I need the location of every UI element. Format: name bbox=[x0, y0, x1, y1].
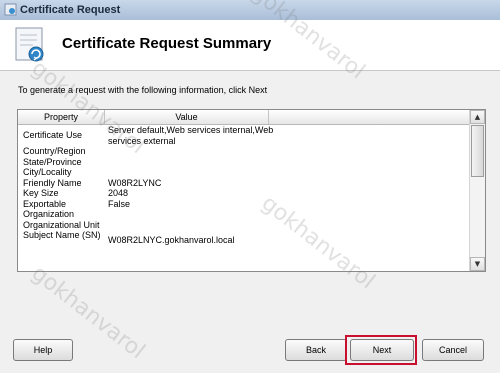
row-value bbox=[104, 157, 278, 168]
row-value: W08R2LNYC.gokhanvarol.local bbox=[108, 235, 235, 245]
certificate-request-icon bbox=[15, 27, 44, 62]
instruction-text: To generate a request with the following… bbox=[18, 85, 268, 95]
row-value: Server default,Web services internal,Web… bbox=[108, 125, 274, 146]
table-row[interactable]: Subject Name (SN) W08R2LNYC.gokhanvarol.… bbox=[18, 230, 469, 246]
row-property: Organizational Unit bbox=[23, 219, 100, 230]
page-title: Certificate Request Summary bbox=[62, 35, 272, 52]
summary-table[interactable]: Property Value Certificate Use Server de… bbox=[17, 109, 486, 272]
row-value: W08R2LYNC bbox=[108, 177, 162, 188]
window-title: Certificate Request bbox=[20, 4, 121, 16]
row-value bbox=[104, 220, 278, 231]
row-property: Certificate Use bbox=[23, 130, 83, 140]
wizard-header: Certificate Request Summary bbox=[0, 20, 500, 71]
table-body: Certificate Use Server default,Web servi… bbox=[18, 125, 469, 246]
table-row[interactable]: Exportable False bbox=[18, 199, 469, 210]
back-button[interactable]: Back bbox=[285, 339, 347, 361]
column-header-property[interactable]: Property bbox=[18, 110, 105, 124]
certificate-app-icon bbox=[4, 3, 17, 16]
scroll-up-arrow-icon[interactable]: ▲ bbox=[470, 110, 485, 124]
title-bar[interactable]: Certificate Request bbox=[0, 0, 500, 21]
row-value bbox=[104, 167, 278, 178]
row-property: Friendly Name bbox=[23, 177, 82, 188]
table-row[interactable]: Organizational Unit bbox=[18, 220, 469, 231]
help-button[interactable]: Help bbox=[13, 339, 73, 361]
column-header-value[interactable]: Value bbox=[105, 110, 269, 124]
row-property: Exportable bbox=[23, 198, 67, 209]
row-value bbox=[104, 209, 278, 220]
scroll-down-arrow-icon[interactable]: ▼ bbox=[470, 257, 485, 271]
row-property: Country/Region bbox=[23, 146, 86, 156]
row-property: Key Size bbox=[23, 188, 59, 198]
row-value: False bbox=[108, 198, 131, 209]
wizard-content: To generate a request with the following… bbox=[0, 71, 500, 373]
next-button-highlight-box bbox=[345, 335, 417, 365]
row-value bbox=[104, 146, 278, 157]
table-row[interactable]: Friendly Name W08R2LYNC bbox=[18, 178, 469, 189]
row-property: City/Locality bbox=[23, 167, 72, 177]
table-row[interactable]: City/Locality bbox=[18, 167, 469, 178]
column-header-empty bbox=[269, 110, 468, 124]
vertical-scrollbar[interactable]: ▲ ▼ bbox=[469, 110, 485, 271]
table-header: Property Value bbox=[18, 110, 469, 125]
row-property: Organization bbox=[23, 209, 75, 219]
table-row[interactable]: Key Size 2048 bbox=[18, 188, 469, 199]
scrollbar-thumb[interactable] bbox=[471, 125, 484, 177]
table-row[interactable]: Country/Region bbox=[18, 146, 469, 157]
cancel-button[interactable]: Cancel bbox=[422, 339, 484, 361]
table-row[interactable]: Organization bbox=[18, 209, 469, 220]
row-property: State/Province bbox=[23, 156, 82, 167]
row-property: Subject Name (SN) bbox=[23, 230, 101, 240]
table-row[interactable]: Certificate Use Server default,Web servi… bbox=[18, 125, 469, 146]
row-value: 2048 bbox=[108, 188, 129, 198]
table-row[interactable]: State/Province bbox=[18, 157, 469, 168]
